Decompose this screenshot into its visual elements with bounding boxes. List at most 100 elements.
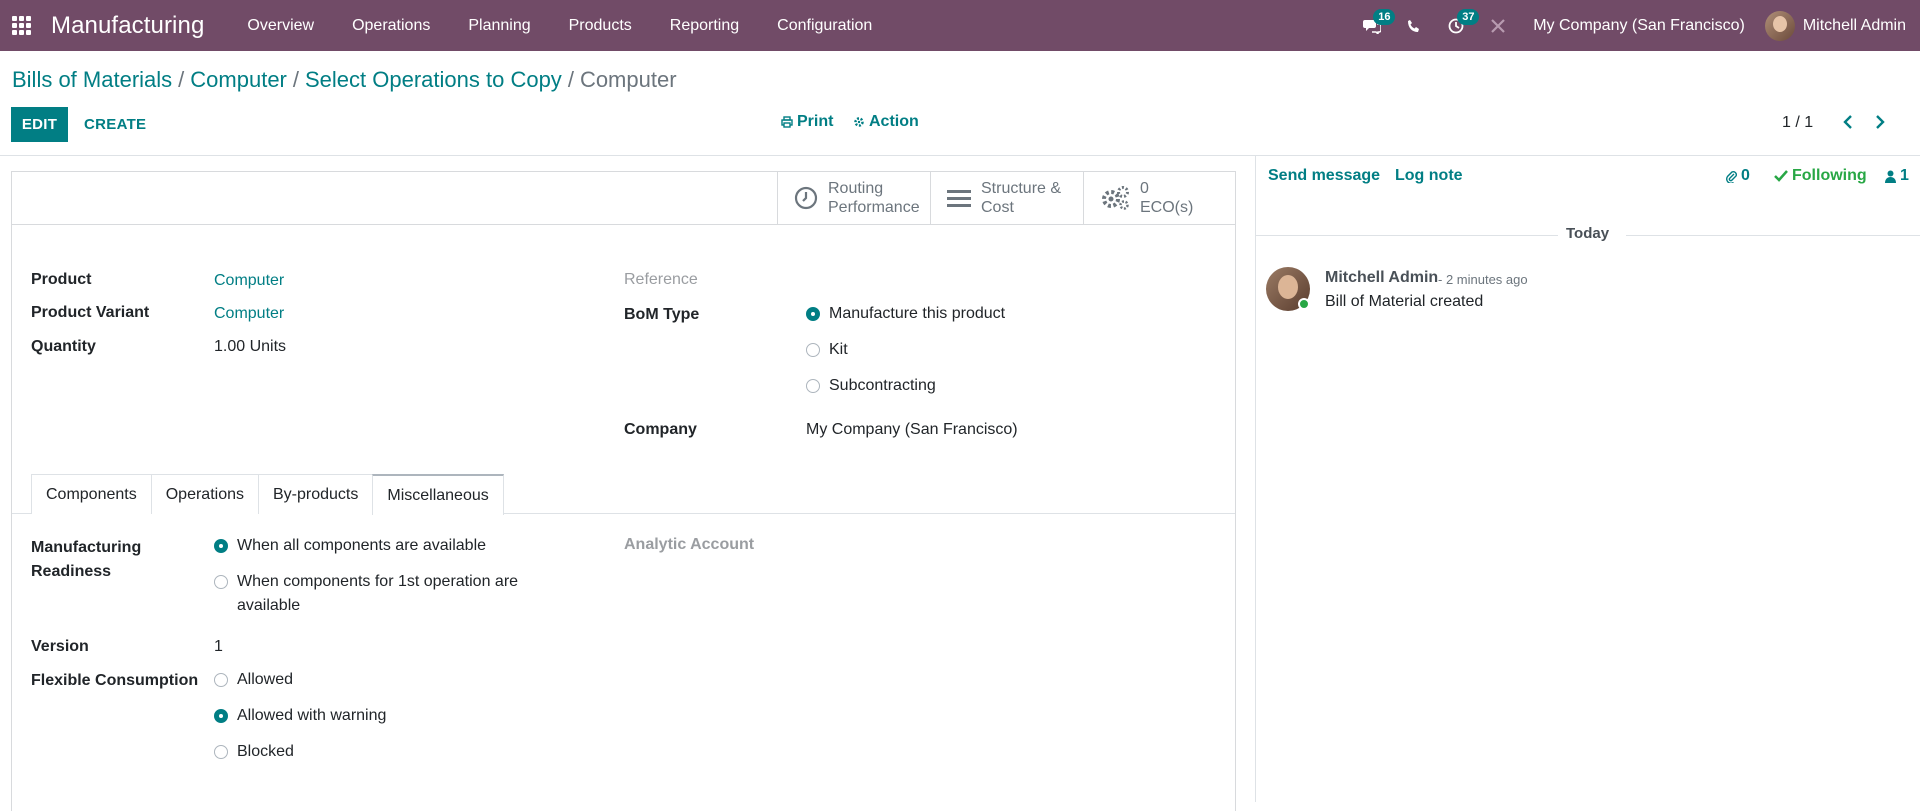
phone-icon [1408,19,1420,32]
message-author-avatar[interactable] [1266,267,1310,311]
pager-previous-button[interactable] [1841,112,1855,137]
message-author[interactable]: Mitchell Admin [1325,269,1438,287]
activities-badge: 37 [1457,9,1480,25]
product-label: Product [31,271,92,288]
user-name: Mitchell Admin [1802,16,1906,34]
print-label: Print [797,113,834,130]
radio-checked-icon [214,709,228,723]
debug-menu[interactable] [1477,0,1519,51]
manufacturing-readiness-label: Manufacturing Readiness [31,536,141,584]
company-field[interactable]: My Company (San Francisco) [806,421,1018,439]
flex-allowed-label: Allowed [237,671,294,688]
attachments-count: 0 [1741,167,1750,184]
online-status-icon [1298,298,1310,310]
tab-operations[interactable]: Operations [150,474,259,514]
check-icon [1774,170,1788,182]
message-date: - 2 minutes ago [1438,272,1528,287]
breadcrumb-select-operations[interactable]: Select Operations to Copy [305,67,562,93]
company-label: Company [624,421,697,438]
readiness-first-operation-label-1: When components for 1st operation are [237,573,519,590]
readiness-all-available-radio[interactable]: When all components are available [214,534,486,558]
form-sheet: Routing Performance Structure & Cost 0 E… [11,171,1236,811]
bom-type-subcontracting-label: Subcontracting [829,377,936,394]
followers-button[interactable]: 1 [1885,167,1909,185]
radio-checked-icon [806,307,820,321]
breadcrumb-current: Computer [579,67,677,92]
tools-icon [1491,18,1505,33]
version-field[interactable]: 1 [214,638,223,656]
flex-blocked-label: Blocked [237,743,294,760]
radio-unchecked-icon [806,379,820,393]
log-note-button[interactable]: Log note [1395,167,1463,185]
tab-miscellaneous[interactable]: Miscellaneous [372,474,504,515]
reference-label: Reference [624,271,698,288]
message-body: Bill of Material created [1325,293,1484,310]
following-label: Following [1792,167,1867,184]
breadcrumb-computer[interactable]: Computer [190,67,287,93]
cogs-icon [1102,186,1129,210]
bom-type-manufacture-radio[interactable]: Manufacture this product [806,302,1005,326]
activity-menu[interactable]: 37 [1435,0,1480,51]
quantity-value: 1.00 [214,338,246,355]
menu-overview[interactable]: Overview [228,0,333,51]
action-label: Action [869,113,919,130]
user-menu[interactable]: Mitchell Admin [1764,10,1920,41]
menu-configuration[interactable]: Configuration [758,0,891,51]
product-field[interactable]: Computer [214,272,284,290]
readiness-first-operation-radio[interactable]: When components for 1st operation are av… [214,570,518,618]
menu-products[interactable]: Products [550,0,651,51]
pager-next-button[interactable] [1873,112,1887,137]
tab-by-products[interactable]: By-products [257,474,374,514]
menu-planning[interactable]: Planning [449,0,549,51]
date-separator: Today [1256,225,1920,242]
quantity-label: Quantity [31,338,96,355]
print-button[interactable]: Print [781,113,833,131]
create-button[interactable]: CREATE [84,107,146,142]
chevron-right-icon [1876,115,1885,129]
structure-cost-button[interactable]: Structure & Cost [930,172,1083,224]
action-button[interactable]: Action [853,113,919,131]
product-variant-field[interactable]: Computer [214,305,284,323]
bom-type-kit-label: Kit [829,341,848,358]
apps-menu-icon[interactable] [0,0,43,51]
user-avatar [1764,10,1795,41]
following-button[interactable]: Following [1774,167,1867,185]
readiness-first-operation-label-2: available [237,597,301,614]
company-switcher[interactable]: My Company (San Francisco) [1519,17,1765,35]
structure-label-2: Cost [981,199,1014,216]
eco-button[interactable]: 0 ECO(s) [1083,172,1235,224]
flex-allowed-radio[interactable]: Allowed [214,668,293,692]
menu-reporting[interactable]: Reporting [651,0,758,51]
radio-unchecked-icon [214,745,228,759]
menu-operations[interactable]: Operations [333,0,449,51]
bom-type-subcontracting-radio[interactable]: Subcontracting [806,374,936,398]
flex-blocked-radio[interactable]: Blocked [214,740,294,764]
messages-badge: 16 [1373,9,1396,25]
today-label: Today [1566,225,1610,242]
messaging-menu[interactable]: 16 [1351,0,1396,51]
app-name[interactable]: Manufacturing [51,12,204,40]
quantity-field[interactable]: 1.00 Units [214,338,286,356]
eco-label: ECO(s) [1140,199,1194,216]
radio-unchecked-icon [214,575,228,589]
product-variant-label: Product Variant [31,304,150,321]
readiness-all-available-label: When all components are available [237,537,487,554]
analytic-account-label: Analytic Account [624,536,755,553]
flex-allowed-warning-radio[interactable]: Allowed with warning [214,704,386,728]
quantity-uom: Units [249,338,287,355]
routing-performance-button[interactable]: Routing Performance [777,172,930,224]
bom-type-kit-radio[interactable]: Kit [806,338,848,362]
radio-unchecked-icon [214,673,228,687]
routing-label-2: Performance [828,199,920,216]
edit-button[interactable]: EDIT [11,107,68,142]
chatter: Send message Log note 0 Following 1 Toda… [1255,156,1920,802]
pager-value[interactable]: 1 / 1 [1782,114,1813,132]
breadcrumb-bom[interactable]: Bills of Materials [12,67,172,93]
phone-menu[interactable] [1393,0,1435,51]
chevron-left-icon [1843,115,1852,129]
send-message-button[interactable]: Send message [1268,167,1380,185]
attachments-button[interactable]: 0 [1725,167,1750,185]
button-box: Routing Performance Structure & Cost 0 E… [12,172,1235,225]
tab-components[interactable]: Components [31,474,152,514]
main-navbar: Manufacturing Overview Operations Planni… [0,0,1920,51]
